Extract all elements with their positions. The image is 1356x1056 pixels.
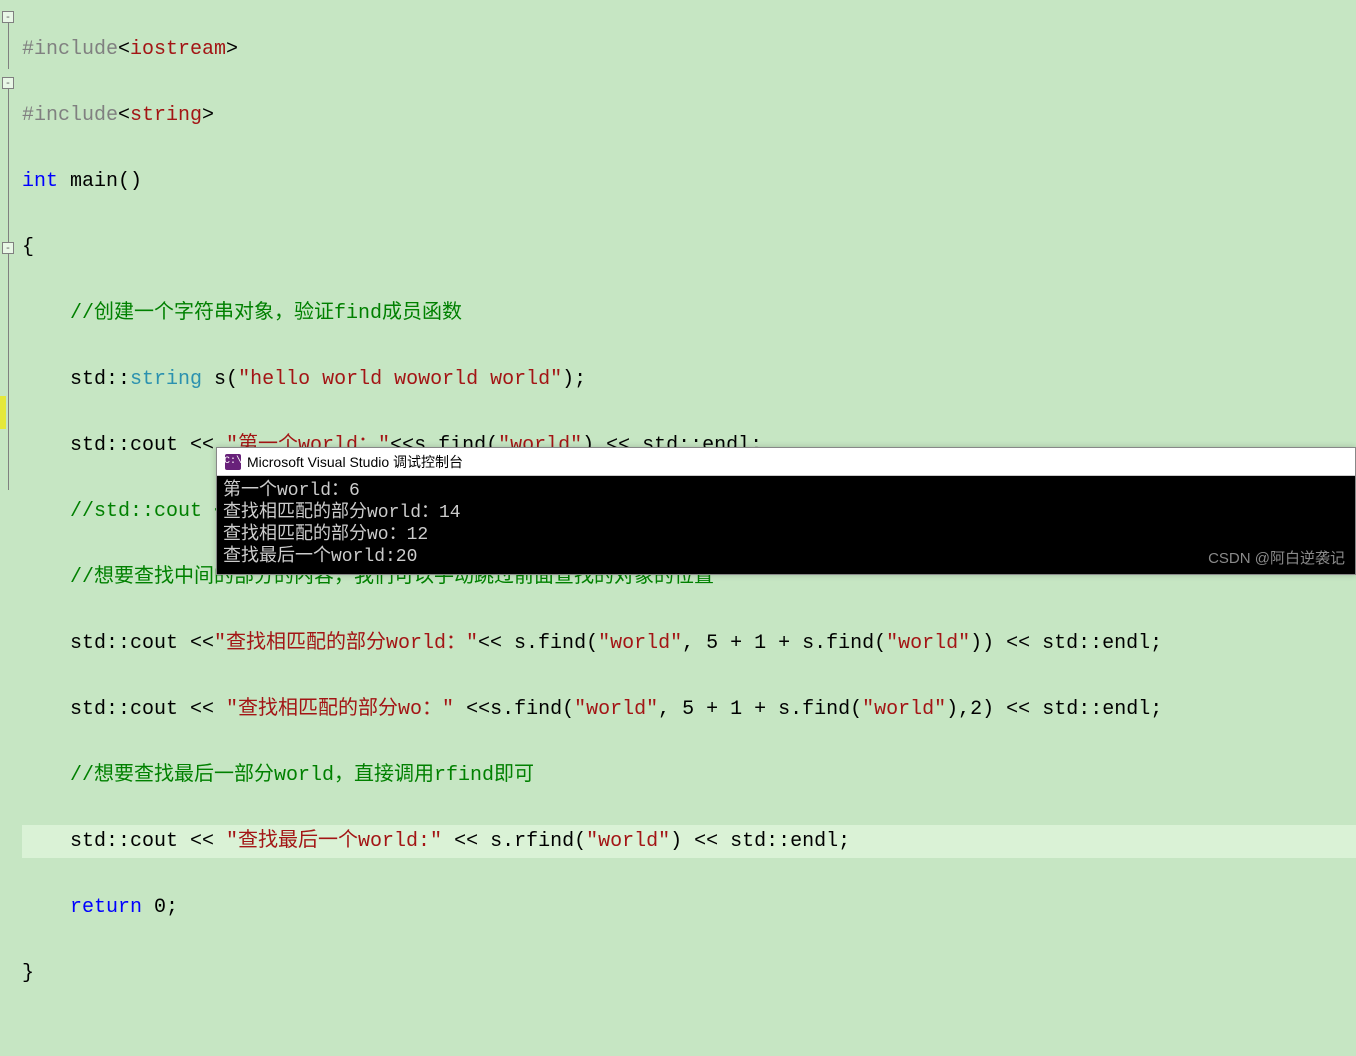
console-line: 查找相匹配的部分world：14: [223, 502, 1349, 524]
comment: //创建一个字符串对象，验证find成员函数: [22, 302, 462, 325]
code-line[interactable]: {: [22, 231, 1356, 264]
code-line[interactable]: std::cout << "查找最后一个world:" << s.rfind("…: [22, 825, 1356, 858]
fold-line: [8, 89, 9, 243]
code-line[interactable]: return 0;: [22, 891, 1356, 924]
console-line: 查找相匹配的部分wo：12: [223, 524, 1349, 546]
code-line[interactable]: std::string s("hello world woworld world…: [22, 363, 1356, 396]
fold-line: [8, 23, 9, 69]
code-line[interactable]: std::cout << "查找相匹配的部分wo：" <<s.find("wor…: [22, 693, 1356, 726]
console-output[interactable]: 第一个world：6 查找相匹配的部分world：14 查找相匹配的部分wo：1…: [217, 476, 1355, 574]
code-line[interactable]: //创建一个字符串对象，验证find成员函数: [22, 297, 1356, 330]
console-line: 第一个world：6: [223, 480, 1349, 502]
code-line[interactable]: //想要查找最后一部分world，直接调用rfind即可: [22, 759, 1356, 792]
fold-toggle[interactable]: -: [2, 77, 14, 89]
debug-console-window[interactable]: C:\ Microsoft Visual Studio 调试控制台 第一个wor…: [216, 447, 1356, 575]
code-line[interactable]: }: [22, 957, 1356, 990]
console-line: 查找最后一个world:20: [223, 546, 1349, 568]
code-line[interactable]: #include<string>: [22, 99, 1356, 132]
code-line[interactable]: std::cout <<"查找相匹配的部分world："<< s.find("w…: [22, 627, 1356, 660]
fold-line: [8, 254, 9, 490]
fold-toggle[interactable]: -: [2, 11, 14, 23]
watermark: CSDN @阿白逆袭记: [1208, 548, 1345, 570]
console-title-text: Microsoft Visual Studio 调试控制台: [247, 452, 463, 472]
code-line[interactable]: int main(): [22, 165, 1356, 198]
comment: //想要查找最后一部分world，直接调用rfind即可: [22, 764, 534, 787]
code-line[interactable]: #include<iostream>: [22, 33, 1356, 66]
console-titlebar[interactable]: C:\ Microsoft Visual Studio 调试控制台: [217, 448, 1355, 476]
console-icon: C:\: [225, 454, 241, 470]
fold-gutter: - - -: [0, 0, 20, 1056]
fold-toggle[interactable]: -: [2, 242, 14, 254]
current-line-marker: [0, 396, 6, 429]
